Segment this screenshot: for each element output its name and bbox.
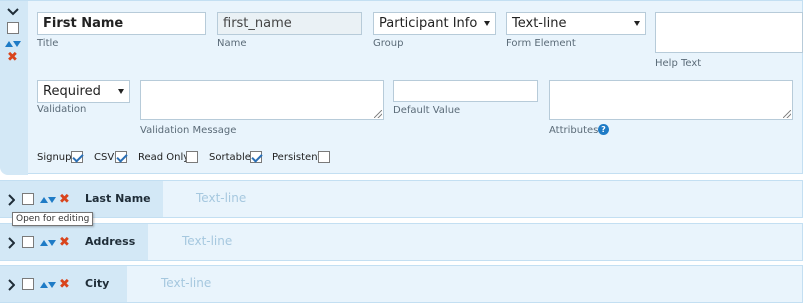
option-sortable-checkbox[interactable] [250,151,262,163]
name-input[interactable]: first_name [217,12,362,35]
field-controls-gutter: ✖ [0,1,28,175]
default-value-label: Default Value [393,105,461,116]
delete-field-icon[interactable]: ✖ [59,236,70,249]
delete-field-icon[interactable]: ✖ [59,278,70,291]
chevron-down-icon[interactable] [6,7,20,17]
title-input[interactable]: First Name [37,12,206,35]
attributes-textarea[interactable] [549,80,793,120]
option-signup-label: Signup [37,152,72,163]
form-element-label: Form Element [506,38,576,49]
resize-grip-icon[interactable] [783,110,791,118]
field-row-type: Text-line [161,276,212,290]
validation-message-textarea[interactable] [140,80,384,120]
field-row-name-cell: ✖ City [0,266,127,302]
help-text-textarea[interactable] [655,12,803,53]
field-row-name: Last Name [85,192,151,205]
tooltip: Open for editing [12,212,94,226]
option-csv-checkbox[interactable] [115,151,127,163]
default-value-input[interactable] [393,80,538,102]
select-field-checkbox[interactable] [22,278,34,290]
field-row-city[interactable]: ✖ City Text-line [0,265,803,303]
title-label: Title [37,38,59,49]
chevron-right-icon[interactable] [7,194,15,206]
caret-down-icon [118,89,124,94]
move-up-down-icon[interactable] [40,281,56,289]
move-up-down-icon[interactable] [40,196,56,204]
form-element-select-value: Text-line [512,16,567,31]
resize-grip-icon[interactable] [374,110,382,118]
attributes-label: Attributes [549,125,599,136]
group-select-value: Participant Info [379,16,478,31]
move-up-down-icon[interactable] [40,239,56,247]
delete-field-icon[interactable]: ✖ [7,51,18,64]
chevron-right-icon[interactable] [7,279,15,291]
option-csv-label: CSV [94,152,115,163]
validation-message-label: Validation Message [140,125,237,136]
field-card-first-name: ✖ First Name Title first_name Name Parti… [0,0,803,175]
field-row-name: City [85,277,110,290]
option-signup-checkbox[interactable] [71,151,83,163]
option-persistent-checkbox[interactable] [318,151,330,163]
select-field-checkbox[interactable] [22,193,34,205]
name-label: Name [217,38,247,49]
select-field-checkbox[interactable] [22,236,34,248]
move-up-down-icon[interactable] [5,40,21,48]
field-row-address[interactable]: ✖ Address Text-line [0,223,803,261]
caret-down-icon [634,21,640,26]
option-persistent-label: Persistent [272,152,322,163]
group-select[interactable]: Participant Info [373,12,496,35]
field-row-type: Text-line [196,191,247,205]
field-row-type: Text-line [182,234,233,248]
validation-select[interactable]: Required [37,80,130,103]
option-read-only-checkbox[interactable] [186,151,198,163]
option-read-only-label: Read Only [138,152,190,163]
group-label: Group [373,38,404,49]
option-sortable-label: Sortable [209,152,251,163]
delete-field-icon[interactable]: ✖ [59,193,70,206]
field-row-name-cell: ✖ Address [0,224,148,260]
chevron-right-icon[interactable] [7,237,15,249]
help-icon[interactable]: ? [598,124,609,135]
field-row-last-name[interactable]: ✖ Last Name Text-line [0,180,803,218]
help-text-label: Help Text [655,58,702,69]
field-row-name: Address [85,235,136,248]
select-field-checkbox[interactable] [7,22,19,34]
form-element-select[interactable]: Text-line [506,12,646,35]
caret-down-icon [484,21,490,26]
validation-select-value: Required [43,84,101,99]
validation-label: Validation [37,104,87,115]
